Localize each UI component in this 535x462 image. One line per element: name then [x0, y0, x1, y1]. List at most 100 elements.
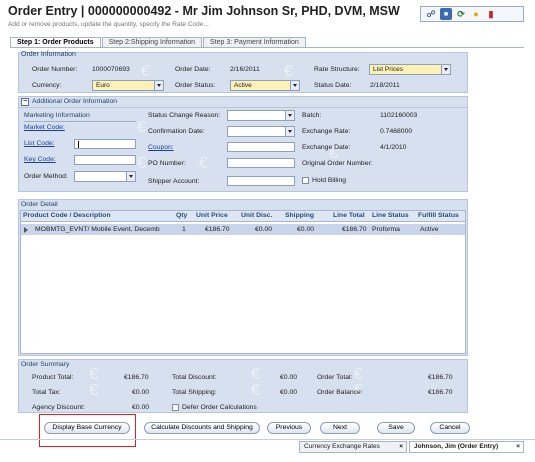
row-unit-disc-cell: €0.00 — [255, 226, 273, 233]
coupon-input[interactable] — [227, 142, 295, 152]
next-button[interactable]: Next — [320, 422, 360, 434]
product-total-label: Product Total: — [32, 374, 74, 381]
lightbulb-icon[interactable]: ● — [470, 8, 482, 20]
currency-label: Currency: — [32, 82, 62, 89]
total-discount-label: Total Discount: — [172, 374, 217, 381]
exchange-rate-label: Exchange Rate: — [302, 128, 351, 135]
rate-structure-select[interactable]: List Prices — [369, 64, 451, 75]
order-status-label: Order Status: — [175, 82, 216, 89]
marketing-information-label: Marketing Information — [24, 112, 90, 119]
defer-order-calculations-label: Defer Order Calculations — [182, 404, 257, 411]
order-summary-header: Order Summary — [21, 361, 70, 368]
page-subtitle: Add or remove products, update the quant… — [8, 21, 209, 28]
order-balance-value: €186.70 — [428, 389, 453, 396]
status-date-label: Status Date: — [314, 82, 352, 89]
total-shipping-label: Total Shipping: — [172, 389, 217, 396]
order-method-label: Order Method: — [24, 173, 68, 180]
key-code-link[interactable]: Key Code: — [24, 156, 56, 163]
tab-divider — [10, 47, 524, 48]
confirmation-date-label: Confirmation Date: — [148, 128, 205, 135]
footer-tab-label: Currency Exchange Rates — [304, 443, 380, 450]
row-shipping-cell: €0.00 — [297, 226, 315, 233]
shipper-account-label: Shipper Account: — [148, 178, 200, 185]
column-header-shipping[interactable]: Shipping — [285, 212, 314, 219]
agency-discount-value: €0.00 — [132, 404, 150, 411]
save-icon[interactable]: ■ — [440, 8, 452, 20]
column-header-qty[interactable]: Qty — [176, 212, 187, 219]
order-method-select[interactable] — [74, 171, 136, 182]
row-fulfill-status-cell: Active — [420, 226, 439, 233]
status-change-reason-select[interactable] — [227, 110, 295, 121]
row-qty-cell: 1 — [182, 226, 186, 233]
coupon-link[interactable]: Coupon: — [148, 144, 174, 151]
market-code-link[interactable]: Market Code: — [24, 124, 65, 131]
row-product-cell: MOBMTG_EVNT/ Mobile Event, Decemb — [35, 226, 160, 233]
chevron-down-icon — [285, 127, 294, 136]
delete-icon[interactable]: ▮ — [485, 8, 497, 20]
cancel-button[interactable]: Cancel — [430, 422, 470, 434]
currency-select[interactable]: Euro — [92, 80, 164, 91]
column-header-line-status[interactable]: Line Status — [372, 212, 409, 219]
column-header-fulfill-status[interactable]: Fulfill Status — [418, 212, 459, 219]
save-button[interactable]: Save — [377, 422, 415, 434]
column-header-product[interactable]: Product Code / Description — [23, 212, 111, 219]
total-tax-value: €0.00 — [132, 389, 150, 396]
footer-tab-currency-exchange-rates[interactable]: Currency Exchange Rates × — [299, 441, 407, 453]
footer-tab-order-entry[interactable]: Johnson, Jim (Order Entry) × — [409, 441, 524, 453]
column-header-line-total[interactable]: Line Total — [333, 212, 365, 219]
collapse-toggle[interactable]: − — [21, 98, 29, 106]
row-unit-price-cell: €186.70 — [205, 226, 230, 233]
expand-row-icon[interactable] — [24, 227, 28, 233]
chevron-down-icon — [285, 111, 294, 120]
hold-billing-label: Hold Billing — [312, 177, 347, 184]
order-total-label: Order Total: — [317, 374, 353, 381]
list-code-input[interactable] — [74, 139, 136, 149]
row-line-status-cell: Proforma — [372, 226, 400, 233]
list-code-link[interactable]: List Code: — [24, 140, 55, 147]
footer-divider — [0, 439, 535, 440]
batch-value: 1102160003 — [380, 112, 418, 119]
order-number-value: 1000070693 — [92, 66, 130, 73]
row-line-total-cell: €186.70 — [342, 226, 367, 233]
close-icon[interactable]: × — [516, 442, 520, 452]
po-number-label: PO Number: — [148, 160, 186, 167]
total-discount-value: €0.00 — [280, 374, 298, 381]
page-title: Order Entry | 000000000492 - Mr Jim John… — [8, 4, 400, 18]
defer-order-calculations-checkbox[interactable] — [172, 404, 179, 411]
po-number-input[interactable] — [227, 158, 295, 168]
hold-billing-checkbox[interactable] — [302, 177, 309, 184]
order-status-value: Active — [234, 82, 252, 89]
order-date-value: 2/16/2011 — [230, 66, 260, 73]
original-order-number-label: Original Order Number: — [302, 160, 373, 167]
order-total-value: €186.70 — [428, 374, 453, 381]
agency-discount-label: Agency Discount: — [32, 404, 85, 411]
refresh-icon[interactable]: ⟳ — [455, 8, 467, 20]
order-information-header: Order Information — [21, 51, 76, 58]
shipper-account-input[interactable] — [227, 176, 295, 186]
product-total-value: €186.70 — [124, 374, 149, 381]
order-status-select[interactable]: Active — [230, 80, 300, 91]
additional-info-header-bar — [18, 107, 468, 108]
order-number-label: Order Number: — [32, 66, 78, 73]
status-change-reason-label: Status Change Reason: — [148, 112, 221, 119]
column-header-unit-price[interactable]: Unit Price — [196, 212, 228, 219]
chevron-down-icon — [441, 65, 450, 74]
column-header-unit-disc[interactable]: Unit Disc. — [241, 212, 272, 219]
exchange-date-value: 4/1/2010 — [380, 144, 407, 151]
total-tax-label: Total Tax: — [32, 389, 61, 396]
rate-structure-label: Rate Structure: — [314, 66, 360, 73]
chevron-down-icon — [154, 81, 163, 90]
key-code-input[interactable] — [74, 155, 136, 165]
previous-button[interactable]: Previous — [267, 422, 311, 434]
confirmation-date-select[interactable] — [227, 126, 295, 137]
chevron-down-icon — [126, 172, 135, 181]
calculate-discounts-shipping-button[interactable]: Calculate Discounts and Shipping — [144, 422, 260, 434]
toolbar: ☍ ■ ⟳ ● ▮ — [420, 6, 524, 22]
link-icon[interactable]: ☍ — [425, 8, 437, 20]
order-balance-label: Order Balance: — [317, 389, 363, 396]
display-base-currency-button[interactable]: Display Base Currency — [44, 422, 130, 434]
total-shipping-value: €0.00 — [280, 389, 298, 396]
rate-structure-value: List Prices — [373, 66, 403, 73]
close-icon[interactable]: × — [399, 442, 403, 452]
marketing-information-rule — [24, 121, 136, 122]
